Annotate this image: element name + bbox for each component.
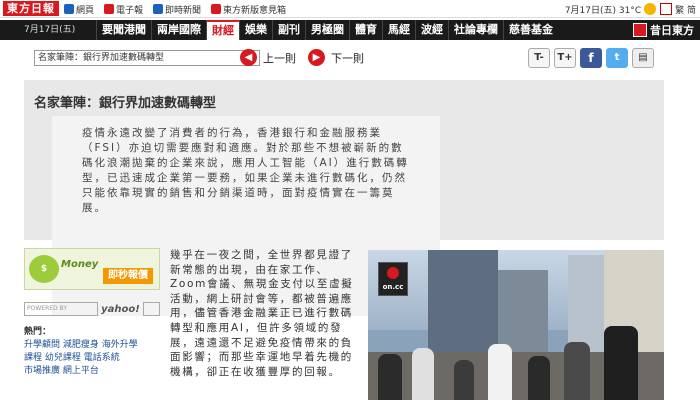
top-right: 7月17日(五) 31°C 繁 简 — [565, 0, 696, 18]
top-link-web[interactable]: 網頁 — [64, 3, 94, 16]
search-button[interactable] — [142, 302, 160, 316]
hot-links: 熱門： 升學顧問 減肥瘦身 海外升學 課程 幼兒課程 電話系統 市場推廣 網上平… — [24, 326, 160, 378]
nav-item-horse-racing[interactable]: 馬經 — [382, 20, 415, 40]
newspaper-icon — [104, 4, 115, 14]
nav-item-supplement[interactable]: 副刊 — [272, 20, 305, 40]
archive-calendar-icon — [633, 23, 647, 37]
language-toggle[interactable]: 繁 简 — [675, 3, 696, 16]
photo-pedestrian — [564, 342, 590, 400]
font-decrease-button[interactable]: T- — [528, 48, 550, 68]
yahoo-logo: yahoo! — [101, 303, 140, 315]
arrow-right-icon: ▶ — [308, 49, 325, 66]
money-brand: Money — [61, 259, 99, 270]
site-logo[interactable]: 東方日報 — [3, 1, 59, 16]
nav-item-sports[interactable]: 體育 — [349, 20, 382, 40]
date-weather: 7月17日(五) 31°C — [564, 5, 642, 16]
yahoo-search: POWERED BY yahoo! — [24, 302, 160, 316]
nav-item-international[interactable]: 兩岸國際 — [151, 20, 206, 40]
arrow-left-icon: ◀ — [240, 49, 257, 66]
nav-item-charity[interactable]: 慈善基金 — [503, 20, 558, 40]
top-link-feedback[interactable]: 東方新版意見箱 — [211, 3, 286, 16]
top-bar: 東方日報 網頁 電子報 即時新聞 東方新版意見箱 7月17日(五) 31°C 繁… — [0, 0, 700, 18]
nav-item-local-news[interactable]: 要聞港聞 — [96, 20, 151, 40]
left-sidebar: $ Money 即秒報價 POWERED BY yahoo! 熱門： 升學顧問 … — [24, 248, 160, 400]
globe-icon — [64, 4, 74, 14]
hot-link[interactable]: 減肥瘦身 — [63, 340, 99, 350]
photo-pedestrian — [604, 326, 638, 400]
top-links: 網頁 電子報 即時新聞 東方新版意見箱 — [64, 0, 296, 18]
photo-pedestrian — [412, 348, 434, 400]
hot-link[interactable]: 電話系統 — [84, 353, 120, 363]
prev-article-button[interactable]: ◀ 上一則 — [240, 49, 296, 66]
nav-date: 7月17日(五) — [24, 25, 76, 35]
twitter-share-icon[interactable]: t — [606, 48, 628, 68]
clock-icon — [153, 4, 164, 14]
money-logo-icon: $ — [29, 255, 59, 283]
money-widget[interactable]: $ Money 即秒報價 — [24, 248, 160, 290]
nav-item-football[interactable]: 波經 — [415, 20, 448, 40]
article-toolbar: 名家筆陣：銀行界加速數碼轉型 ◀ 上一則 ▶ 下一則 T- T+ f t ▤ — [0, 44, 700, 74]
nav-archive[interactable]: 昔日東方 — [633, 20, 694, 40]
top-link-epaper[interactable]: 電子報 — [104, 3, 143, 16]
photo-pedestrian — [488, 344, 512, 400]
photo-pedestrian — [528, 356, 550, 400]
nav-item-entertainment[interactable]: 娛樂 — [239, 20, 272, 40]
quote-button[interactable]: 即秒報價 — [103, 268, 153, 284]
oncc-watermark: on.cc — [378, 262, 408, 296]
nav-item-mens[interactable]: 男極圈 — [305, 20, 349, 40]
hot-link[interactable]: 市場推廣 — [24, 366, 60, 376]
photo-pedestrian — [454, 360, 474, 400]
hot-label: 熱門： — [24, 327, 52, 337]
article-title: 名家筆陣：銀行界加速數碼轉型 — [34, 96, 217, 111]
calendar-icon[interactable] — [660, 3, 673, 15]
search-input[interactable]: POWERED BY — [24, 302, 99, 316]
next-article-button[interactable]: ▶ 下一則 — [308, 49, 364, 66]
nav-items: 要聞港聞 兩岸國際 財經 娛樂 副刊 男極圈 體育 馬經 波經 社論專欄 慈善基… — [96, 20, 558, 40]
article-body: 幾乎在一夜之間，全世界都見證了新常態的出現，由在家工作、Zoom會議、無現金支付… — [170, 249, 354, 378]
hot-link[interactable]: 海外升學 — [102, 340, 138, 350]
facebook-share-icon[interactable]: f — [580, 48, 602, 68]
article-tools: T- T+ f t ▤ — [524, 48, 654, 68]
main-nav: 7月17日(五) 要聞港聞 兩岸國際 財經 娛樂 副刊 男極圈 體育 馬經 波經… — [0, 20, 700, 40]
nav-item-editorials[interactable]: 社論專欄 — [448, 20, 503, 40]
hot-link[interactable]: 網上平台 — [63, 366, 99, 376]
article-select[interactable]: 名家筆陣：銀行界加速數碼轉型 — [34, 50, 260, 66]
hot-link[interactable]: 幼兒課程 — [45, 353, 81, 363]
article-summary: 名家筆陣：銀行界加速數碼轉型 疫情永遠改變了消費者的行為，香港銀行和金融服務業（… — [24, 80, 664, 316]
photo-building — [428, 250, 498, 360]
top-link-instant-news[interactable]: 即時新聞 — [153, 3, 201, 16]
photo-pedestrian — [378, 354, 402, 400]
hot-link[interactable]: 課程 — [24, 353, 42, 363]
mail-icon — [211, 4, 222, 14]
print-icon[interactable]: ▤ — [632, 48, 654, 68]
article-photo[interactable]: on.cc — [368, 250, 664, 400]
font-increase-button[interactable]: T+ — [554, 48, 576, 68]
nav-item-finance[interactable]: 財經 — [206, 20, 239, 40]
weather-sun-icon — [644, 3, 657, 15]
hot-link[interactable]: 升學顧問 — [24, 340, 60, 350]
